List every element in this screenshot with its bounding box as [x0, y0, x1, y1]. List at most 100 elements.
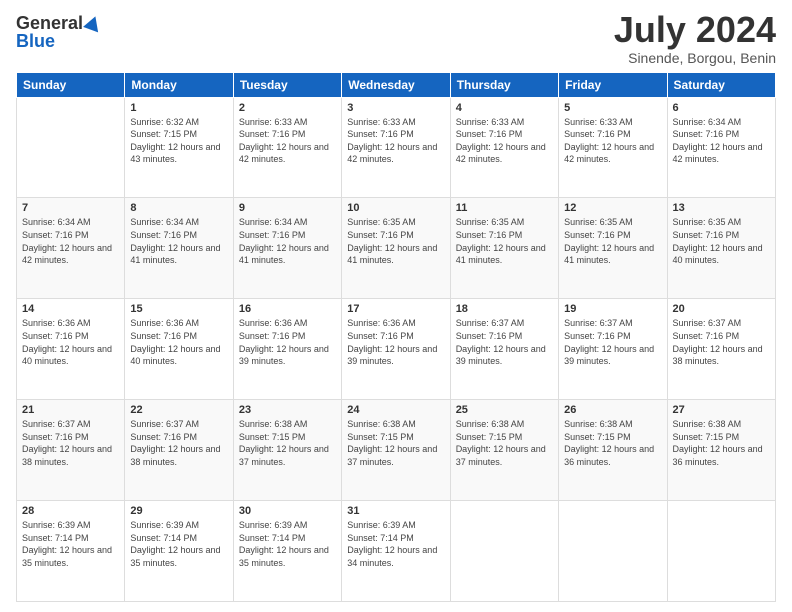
day-number: 10 — [347, 202, 444, 214]
logo-triangle-icon — [83, 14, 103, 33]
table-row: 5 Sunrise: 6:33 AMSunset: 7:16 PMDaylight… — [559, 97, 667, 198]
calendar-week-row: 1 Sunrise: 6:32 AMSunset: 7:15 PMDaylight… — [17, 97, 776, 198]
day-detail: Sunrise: 6:38 AMSunset: 7:15 PMDaylight:… — [239, 418, 336, 468]
day-detail: Sunrise: 6:35 AMSunset: 7:16 PMDaylight:… — [564, 216, 661, 266]
day-detail: Sunrise: 6:39 AMSunset: 7:14 PMDaylight:… — [239, 519, 336, 569]
day-number: 8 — [130, 202, 227, 214]
col-sunday: Sunday — [17, 72, 125, 97]
day-number: 1 — [130, 102, 227, 114]
table-row: 23 Sunrise: 6:38 AMSunset: 7:15 PMDayligh… — [233, 400, 341, 501]
day-detail: Sunrise: 6:36 AMSunset: 7:16 PMDaylight:… — [239, 317, 336, 367]
day-detail: Sunrise: 6:38 AMSunset: 7:15 PMDaylight:… — [673, 418, 770, 468]
day-number: 12 — [564, 202, 661, 214]
table-row: 31 Sunrise: 6:39 AMSunset: 7:14 PMDayligh… — [342, 501, 450, 602]
logo-blue-text: Blue — [16, 32, 55, 50]
table-row: 6 Sunrise: 6:34 AMSunset: 7:16 PMDaylight… — [667, 97, 775, 198]
day-number: 6 — [673, 102, 770, 114]
logo-general-text: General — [16, 14, 83, 32]
table-row: 12 Sunrise: 6:35 AMSunset: 7:16 PMDayligh… — [559, 198, 667, 299]
day-detail: Sunrise: 6:37 AMSunset: 7:16 PMDaylight:… — [673, 317, 770, 367]
table-row: 17 Sunrise: 6:36 AMSunset: 7:16 PMDayligh… — [342, 299, 450, 400]
col-tuesday: Tuesday — [233, 72, 341, 97]
calendar-week-row: 28 Sunrise: 6:39 AMSunset: 7:14 PMDayligh… — [17, 501, 776, 602]
table-row: 29 Sunrise: 6:39 AMSunset: 7:14 PMDayligh… — [125, 501, 233, 602]
day-detail: Sunrise: 6:34 AMSunset: 7:16 PMDaylight:… — [673, 116, 770, 166]
table-row: 24 Sunrise: 6:38 AMSunset: 7:15 PMDayligh… — [342, 400, 450, 501]
table-row: 10 Sunrise: 6:35 AMSunset: 7:16 PMDayligh… — [342, 198, 450, 299]
table-row: 21 Sunrise: 6:37 AMSunset: 7:16 PMDayligh… — [17, 400, 125, 501]
day-number: 28 — [22, 505, 119, 517]
day-number: 13 — [673, 202, 770, 214]
day-number: 16 — [239, 303, 336, 315]
day-number: 26 — [564, 404, 661, 416]
calendar-week-row: 21 Sunrise: 6:37 AMSunset: 7:16 PMDayligh… — [17, 400, 776, 501]
table-row: 20 Sunrise: 6:37 AMSunset: 7:16 PMDayligh… — [667, 299, 775, 400]
table-row: 18Sunrise: 6:37 AMSunset: 7:16 PMDayligh… — [450, 299, 558, 400]
day-number: 24 — [347, 404, 444, 416]
col-thursday: Thursday — [450, 72, 558, 97]
col-wednesday: Wednesday — [342, 72, 450, 97]
table-row — [559, 501, 667, 602]
day-number: 29 — [130, 505, 227, 517]
table-row: 4 Sunrise: 6:33 AMSunset: 7:16 PMDaylight… — [450, 97, 558, 198]
day-detail: Sunrise: 6:33 AMSunset: 7:16 PMDaylight:… — [347, 116, 444, 166]
day-detail: Sunrise: 6:39 AMSunset: 7:14 PMDaylight:… — [347, 519, 444, 569]
col-friday: Friday — [559, 72, 667, 97]
month-title: July 2024 — [614, 10, 776, 50]
table-row: 15 Sunrise: 6:36 AMSunset: 7:16 PMDayligh… — [125, 299, 233, 400]
day-number: 21 — [22, 404, 119, 416]
day-detail: Sunrise: 6:37 AMSunset: 7:16 PMDaylight:… — [22, 418, 119, 468]
logo: General Blue — [16, 14, 101, 50]
day-detail: Sunrise: 6:38 AMSunset: 7:15 PMDaylight:… — [347, 418, 444, 468]
day-number: 23 — [239, 404, 336, 416]
day-number: 15 — [130, 303, 227, 315]
col-monday: Monday — [125, 72, 233, 97]
table-row: 2 Sunrise: 6:33 AMSunset: 7:16 PMDaylight… — [233, 97, 341, 198]
table-row: 19Sunrise: 6:37 AMSunset: 7:16 PMDayligh… — [559, 299, 667, 400]
table-row — [17, 97, 125, 198]
day-detail: Sunrise: 6:36 AMSunset: 7:16 PMDaylight:… — [130, 317, 227, 367]
day-detail: Sunrise: 6:35 AMSunset: 7:16 PMDaylight:… — [673, 216, 770, 266]
day-detail: Sunrise: 6:39 AMSunset: 7:14 PMDaylight:… — [22, 519, 119, 569]
day-number: 7 — [22, 202, 119, 214]
day-detail: Sunrise: 6:39 AMSunset: 7:14 PMDaylight:… — [130, 519, 227, 569]
day-detail: Sunrise: 6:33 AMSunset: 7:16 PMDaylight:… — [239, 116, 336, 166]
table-row: 8 Sunrise: 6:34 AMSunset: 7:16 PMDaylight… — [125, 198, 233, 299]
day-number: 2 — [239, 102, 336, 114]
day-number: 14 — [22, 303, 119, 315]
table-row: 27Sunrise: 6:38 AMSunset: 7:15 PMDayligh… — [667, 400, 775, 501]
day-detail: Sunrise: 6:38 AMSunset: 7:15 PMDaylight:… — [564, 418, 661, 468]
day-detail: Sunrise: 6:36 AMSunset: 7:16 PMDaylight:… — [22, 317, 119, 367]
day-detail: Sunrise: 6:37 AMSunset: 7:16 PMDaylight:… — [456, 317, 553, 367]
day-detail: Sunrise: 6:33 AMSunset: 7:16 PMDaylight:… — [456, 116, 553, 166]
day-detail: Sunrise: 6:35 AMSunset: 7:16 PMDaylight:… — [347, 216, 444, 266]
day-number: 9 — [239, 202, 336, 214]
table-row — [667, 501, 775, 602]
page: General Blue July 2024 Sinende, Borgou, … — [0, 0, 792, 612]
calendar-table: Sunday Monday Tuesday Wednesday Thursday… — [16, 72, 776, 602]
day-detail: Sunrise: 6:32 AMSunset: 7:15 PMDaylight:… — [130, 116, 227, 166]
day-detail: Sunrise: 6:34 AMSunset: 7:16 PMDaylight:… — [22, 216, 119, 266]
day-detail: Sunrise: 6:33 AMSunset: 7:16 PMDaylight:… — [564, 116, 661, 166]
header: General Blue July 2024 Sinende, Borgou, … — [16, 10, 776, 66]
day-detail: Sunrise: 6:36 AMSunset: 7:16 PMDaylight:… — [347, 317, 444, 367]
day-number: 20 — [673, 303, 770, 315]
day-number: 11 — [456, 202, 553, 214]
table-row: 30Sunrise: 6:39 AMSunset: 7:14 PMDayligh… — [233, 501, 341, 602]
day-number: 22 — [130, 404, 227, 416]
table-row: 13 Sunrise: 6:35 AMSunset: 7:16 PMDayligh… — [667, 198, 775, 299]
day-detail: Sunrise: 6:34 AMSunset: 7:16 PMDaylight:… — [239, 216, 336, 266]
table-row: 1 Sunrise: 6:32 AMSunset: 7:15 PMDaylight… — [125, 97, 233, 198]
day-detail: Sunrise: 6:38 AMSunset: 7:15 PMDaylight:… — [456, 418, 553, 468]
table-row: 16 Sunrise: 6:36 AMSunset: 7:16 PMDayligh… — [233, 299, 341, 400]
day-number: 5 — [564, 102, 661, 114]
calendar-header-row: Sunday Monday Tuesday Wednesday Thursday… — [17, 72, 776, 97]
day-detail: Sunrise: 6:34 AMSunset: 7:16 PMDaylight:… — [130, 216, 227, 266]
table-row — [450, 501, 558, 602]
col-saturday: Saturday — [667, 72, 775, 97]
day-number: 4 — [456, 102, 553, 114]
day-detail: Sunrise: 6:35 AMSunset: 7:16 PMDaylight:… — [456, 216, 553, 266]
table-row: 25Sunrise: 6:38 AMSunset: 7:15 PMDayligh… — [450, 400, 558, 501]
day-number: 17 — [347, 303, 444, 315]
day-number: 31 — [347, 505, 444, 517]
